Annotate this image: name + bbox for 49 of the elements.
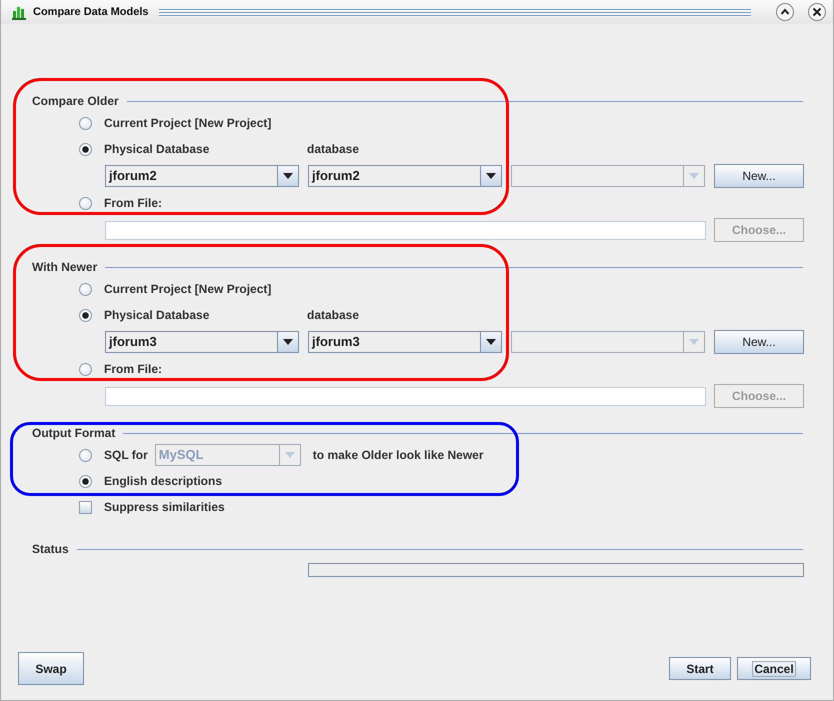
database-dropdown[interactable]: jforum2 — [308, 165, 502, 187]
checkbox[interactable] — [79, 500, 92, 514]
collapse-button[interactable] — [775, 2, 795, 22]
section-title: Compare Older — [32, 94, 119, 108]
caret-icon — [486, 173, 496, 179]
file-path-field[interactable] — [105, 220, 706, 240]
dialog-button[interactable]: Cancel — [737, 657, 811, 680]
radio-label: From File: — [104, 196, 162, 210]
radio-button[interactable] — [79, 196, 92, 210]
radio-label: Current Project [New Project] — [104, 116, 272, 130]
caret-icon — [283, 339, 293, 345]
connection-dropdown[interactable]: jforum2 — [105, 165, 299, 187]
chart-icon — [11, 4, 27, 20]
radio-label: Current Project [New Project] — [104, 282, 272, 296]
radio-button[interactable] — [79, 282, 92, 296]
dialog-button[interactable]: Start — [669, 657, 731, 680]
section-title: Status — [32, 542, 69, 556]
field-label: database — [307, 142, 360, 156]
close-button[interactable] — [807, 2, 827, 22]
connection-dropdown[interactable]: jforum3 — [105, 331, 299, 353]
caret-icon — [689, 339, 699, 345]
section-title: Output Format — [32, 426, 116, 440]
caret-icon — [689, 173, 699, 179]
caret-icon — [283, 173, 293, 179]
section-title: With Newer — [32, 260, 98, 274]
window-title: Compare Data Models — [33, 6, 149, 18]
database-dropdown[interactable]: jforum3 — [308, 331, 502, 353]
checkbox-label: Suppress similarities — [104, 500, 225, 514]
file-path-field[interactable] — [105, 386, 706, 406]
radio-label-suffix: to make Older look like Newer — [312, 448, 484, 462]
radio-button[interactable] — [79, 116, 92, 130]
radio-button[interactable] — [79, 308, 92, 322]
radio-label: Physical Database — [104, 142, 210, 156]
caret-icon — [284, 452, 295, 458]
caret-icon — [486, 339, 496, 345]
schema-dropdown[interactable] — [511, 165, 705, 187]
new-button[interactable]: New... — [714, 330, 804, 354]
radio-button[interactable] — [79, 474, 92, 488]
radio-button[interactable] — [79, 362, 92, 376]
field-label: database — [307, 308, 360, 322]
radio-label: English descriptions — [104, 474, 222, 488]
radio-label: SQL for — [104, 448, 148, 462]
radio-label: From File: — [104, 362, 162, 376]
new-button[interactable]: New... — [714, 164, 804, 188]
radio-label: Physical Database — [104, 308, 210, 322]
schema-dropdown[interactable] — [511, 331, 705, 353]
radio-button[interactable] — [79, 142, 92, 156]
swap-button[interactable]: Swap — [18, 652, 84, 685]
radio-button[interactable] — [79, 448, 92, 462]
